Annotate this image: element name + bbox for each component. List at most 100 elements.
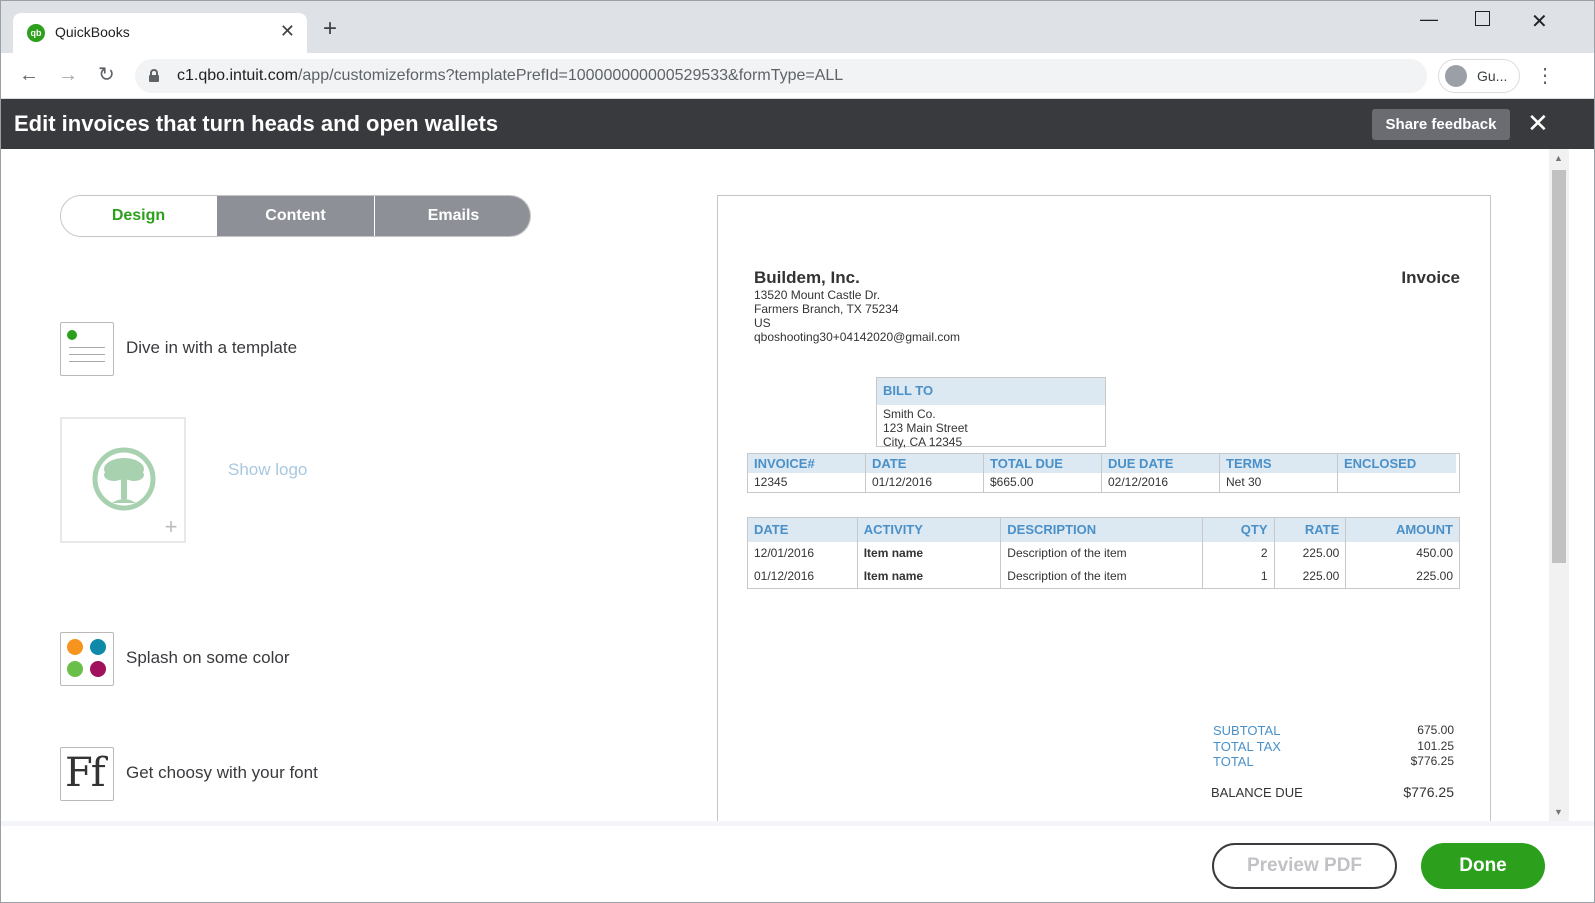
maximize-icon[interactable] [1475,11,1490,26]
table-cell: Item name [858,542,1002,565]
total-label: TOTAL [1213,754,1254,769]
vertical-scrollbar[interactable]: ▲ ▼ [1549,149,1569,821]
invoice-meta-table: INVOICE# DATE TOTAL DUE DUE DATE TERMS E… [747,453,1460,493]
font-glyph: Ff [65,750,106,796]
content-area: Design Content Emails Dive in with a tem… [1,149,1569,821]
column-header: QTY [1203,518,1275,542]
table-cell: 225.00 [1275,565,1347,588]
browser-toolbar: ← → ↻ c1.qbo.intuit.com/app/customizefor… [1,53,1594,99]
meta-value: 12345 [748,473,866,492]
footer-bar: Preview PDF Done [1,821,1594,902]
invoice-preview: Buildem, Inc. 13520 Mount Castle Dr. Far… [717,195,1491,821]
more-menu-icon[interactable]: ⋮ [1535,63,1555,88]
avatar [1445,65,1467,87]
column-header: RATE [1275,518,1347,542]
tax-label: TOTAL TAX [1213,739,1281,754]
table-row: 12345 01/12/2016 $665.00 02/12/2016 Net … [748,473,1459,492]
table-row: 01/12/2016 Item name Description of the … [748,565,1459,588]
meta-value: 01/12/2016 [866,473,984,492]
tab-emails[interactable]: Emails [375,196,530,236]
table-cell: Description of the item [1001,542,1203,565]
meta-header: ENCLOSED [1338,454,1456,473]
back-icon[interactable]: ← [19,63,39,87]
window-close-icon[interactable]: ✕ [1531,9,1548,34]
profile-button[interactable]: Gu... [1438,59,1520,93]
minimize-icon[interactable]: — [1420,9,1438,30]
meta-value: 02/12/2016 [1102,473,1220,492]
company-address-line: Farmers Branch, TX 75234 [754,302,899,316]
company-name: Buildem, Inc. [754,268,860,287]
bill-to-box: BILL TO Smith Co. 123 Main Street City, … [876,377,1106,449]
add-logo-icon[interactable]: + [160,516,182,539]
lock-icon [149,69,159,82]
table-cell: Description of the item [1001,565,1203,588]
company-email: qboshooting30+04142020@gmail.com [754,330,960,344]
column-header: AMOUNT [1395,522,1453,537]
invoice-title: Invoice [1401,268,1460,287]
logo-placeholder[interactable]: + [60,417,186,543]
table-cell: 450.00 [1416,546,1453,560]
tab-title: QuickBooks [55,24,130,40]
table-header-row: DATE ACTIVITY DESCRIPTION QTY RATE AMOUN… [748,518,1459,542]
meta-header: INVOICE# [748,454,866,473]
tax-value: 101.25 [1417,739,1454,753]
profile-label: Gu... [1477,68,1508,84]
balance-due-value: $776.25 [1403,784,1454,800]
template-icon [60,322,114,376]
table-cell: Item name [858,565,1002,588]
balance-due-label: BALANCE DUE [1211,785,1303,800]
meta-value [1338,473,1456,492]
bill-to-line: City, CA 12345 [883,435,963,449]
column-header: DESCRIPTION [1001,518,1203,542]
done-button[interactable]: Done [1421,843,1545,889]
line-items-table: DATE ACTIVITY DESCRIPTION QTY RATE AMOUN… [747,517,1460,589]
meta-header: TERMS [1220,454,1338,473]
table-cell: 01/12/2016 [748,565,858,588]
forward-icon[interactable]: → [58,63,78,87]
meta-header: DUE DATE [1102,454,1220,473]
address-bar[interactable]: c1.qbo.intuit.com/app/customizeforms?tem… [135,59,1427,93]
meta-value: Net 30 [1220,473,1338,492]
font-option-label: Get choosy with your font [126,763,318,782]
table-header-row: INVOICE# DATE TOTAL DUE DUE DATE TERMS E… [748,454,1459,473]
column-header: ACTIVITY [858,518,1002,542]
scroll-up-icon[interactable]: ▲ [1554,153,1563,163]
new-tab-icon[interactable]: + [323,17,337,41]
browser-tabbar: qb QuickBooks ✕ + — ✕ [1,1,1594,53]
page-title: Edit invoices that turn heads and open w… [14,111,499,136]
browser-tab[interactable]: qb QuickBooks ✕ [13,13,307,53]
total-value: $776.25 [1410,754,1454,768]
bill-to-label: BILL TO [877,378,1105,405]
company-address-line: US [754,316,771,330]
template-option-label: Dive in with a template [126,338,298,357]
color-option-label: Splash on some color [126,648,290,667]
subtotal-value: 675.00 [1417,723,1454,737]
meta-header: TOTAL DUE [984,454,1102,473]
tab-design[interactable]: Design [61,196,216,236]
table-cell: 1 [1203,565,1275,588]
color-palette-icon [60,632,114,686]
table-cell: 225.00 [1416,569,1453,583]
table-cell: 2 [1203,542,1275,565]
bill-to-line: 123 Main Street [883,421,968,435]
meta-value: $665.00 [984,473,1102,492]
url-text: c1.qbo.intuit.com/app/customizeforms?tem… [177,67,844,84]
scroll-down-icon[interactable]: ▼ [1554,807,1563,817]
quickbooks-favicon-icon: qb [27,24,45,42]
bill-to-line: Smith Co. [883,407,936,421]
reload-icon[interactable]: ↻ [98,63,115,87]
show-logo-link[interactable]: Show logo [228,460,307,480]
preview-pdf-button[interactable]: Preview PDF [1212,843,1397,889]
close-icon[interactable]: ✕ [1527,109,1549,137]
subtotal-label: SUBTOTAL [1213,723,1281,738]
share-feedback-button[interactable]: Share feedback [1372,109,1510,140]
table-cell: 12/01/2016 [748,542,858,565]
page: qb QuickBooks ✕ + — ✕ ← → ↻ c1.qbo.intui… [0,0,1595,903]
company-address-line: 13520 Mount Castle Dr. [754,288,881,302]
tab-content[interactable]: Content [217,196,374,236]
tab-close-icon[interactable]: ✕ [280,21,295,42]
scroll-thumb[interactable] [1552,170,1566,563]
column-header: DATE [748,518,858,542]
table-cell: 225.00 [1275,542,1347,565]
design-tabs: Design Content Emails [60,195,531,237]
